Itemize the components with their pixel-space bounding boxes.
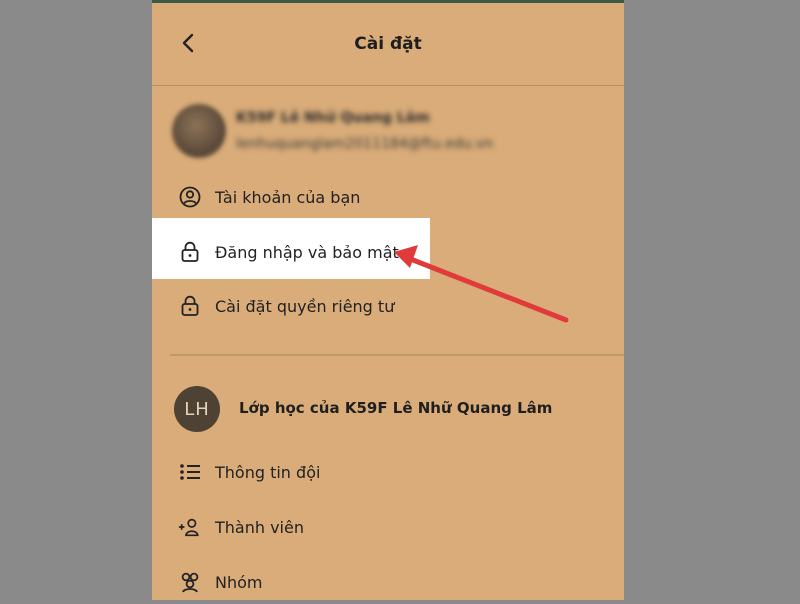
red-arrow	[394, 245, 569, 323]
